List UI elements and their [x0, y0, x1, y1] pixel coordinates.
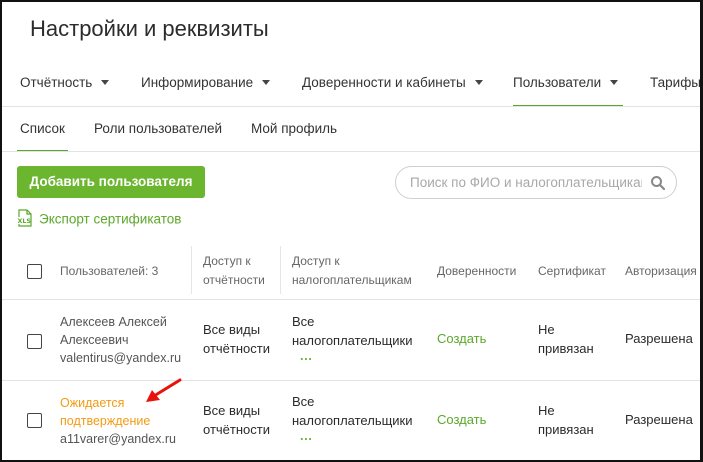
add-user-button[interactable]: Добавить пользователя: [17, 166, 205, 198]
user-name-line: Алексеев Алексей: [60, 315, 167, 329]
red-arrow-icon: [146, 378, 182, 402]
taxpayer-more-button[interactable]: ...: [300, 349, 413, 362]
header-taxpayer-access: Доступ к налогоплательщикам: [292, 252, 412, 290]
cell-line: привязан: [538, 422, 594, 437]
nav-item-label: Отчётность: [20, 75, 93, 90]
table-header: Пользователей: 3 Доступ к отчётности Дос…: [2, 240, 700, 300]
cell-line: отчётности: [203, 422, 270, 437]
chevron-down-icon: [101, 79, 110, 85]
cell-line: Все виды: [203, 403, 261, 418]
sub-nav: Список Роли пользователей Мой профиль: [2, 107, 700, 152]
taxpayer-access-cell: Все налогоплательщики ...: [292, 312, 413, 362]
app-window: Настройки и реквизиты Отчётность Информи…: [0, 0, 703, 462]
header-line: отчётности: [203, 273, 265, 287]
pending-status: подтверждение: [60, 414, 151, 428]
nav-item-users[interactable]: Пользователи: [513, 60, 623, 107]
authorization-status: Разрешена: [625, 412, 693, 427]
subnav-divider: [2, 151, 700, 152]
taxpayer-access-cell: Все налогоплательщики ...: [292, 392, 413, 442]
taxpayer-more-button[interactable]: ...: [300, 429, 413, 442]
chevron-down-icon: [262, 79, 271, 85]
tab-my-profile[interactable]: Мой профиль: [251, 107, 337, 152]
svg-text:XLS: XLS: [18, 218, 32, 225]
nav-item-label: Пользователи: [513, 75, 602, 90]
column-divider: [280, 246, 281, 294]
nav-item-tariffs[interactable]: Тарифы: [650, 60, 702, 107]
cell-line: Все: [292, 394, 315, 409]
nav-item-reporting[interactable]: Отчётность: [20, 60, 110, 107]
tab-user-roles[interactable]: Роли пользователей: [94, 107, 222, 152]
user-name-line: Алексеевич: [60, 333, 129, 347]
header-line: налогоплательщикам: [292, 273, 412, 287]
header-line: Доступ к: [292, 254, 340, 268]
certificate-status: Не привязан: [538, 401, 594, 439]
nav-item-label: Тарифы: [650, 75, 702, 90]
export-certificates-link[interactable]: XLS Экспорт сертификатов: [17, 209, 182, 230]
header-line: Доступ к: [203, 254, 251, 268]
cell-line: отчётности: [203, 341, 270, 356]
user-email: valentirus@yandex.ru: [60, 351, 182, 365]
certificate-status: Не привязан: [538, 320, 594, 358]
header-users-count: Пользователей: 3: [60, 264, 159, 278]
row-checkbox[interactable]: [27, 413, 42, 428]
cell-line: Не: [538, 322, 555, 337]
user-email: a11varer@yandex.ru: [60, 432, 176, 446]
table-row[interactable]: Алексеев Алексей Алексеевич valentirus@y…: [2, 300, 700, 380]
xls-file-icon: XLS: [17, 209, 32, 227]
search-input[interactable]: [410, 167, 642, 198]
nav-item-label: Информирование: [141, 75, 254, 90]
chevron-down-icon: [474, 79, 483, 85]
nav-item-proxies-cabinets[interactable]: Доверенности и кабинеты: [302, 60, 483, 107]
chevron-down-icon: [610, 79, 619, 85]
column-divider: [191, 246, 192, 294]
table-row[interactable]: Ожидается подтверждение a11varer@yandex.…: [2, 381, 700, 460]
report-access-cell: Все виды отчётности: [203, 401, 270, 439]
user-info[interactable]: Алексеев Алексей Алексеевич valentirus@y…: [60, 313, 181, 367]
header-certificate: Сертификат: [538, 264, 606, 278]
search-box: [395, 166, 677, 199]
cell-line: Все: [292, 314, 315, 329]
cell-line: Все виды: [203, 322, 261, 337]
page-title: Настройки и реквизиты: [30, 16, 269, 41]
export-label: Экспорт сертификатов: [39, 211, 182, 227]
cell-line: привязан: [538, 341, 594, 356]
cell-line: Не: [538, 403, 555, 418]
search-icon[interactable]: [650, 175, 666, 191]
header-authorization: Авторизация: [625, 264, 697, 278]
main-nav: Отчётность Информирование Доверенности и…: [2, 60, 702, 107]
header-report-access: Доступ к отчётности: [203, 252, 265, 290]
tab-list[interactable]: Список: [17, 107, 68, 152]
authorization-status: Разрешена: [625, 331, 693, 346]
nav-item-label: Доверенности и кабинеты: [302, 75, 466, 90]
select-all-checkbox[interactable]: [27, 264, 42, 279]
nav-item-notifications[interactable]: Информирование: [141, 60, 271, 107]
header-proxies: Доверенности: [437, 264, 517, 278]
create-proxy-link[interactable]: Создать: [437, 410, 486, 429]
report-access-cell: Все виды отчётности: [203, 320, 270, 358]
row-checkbox[interactable]: [27, 334, 42, 349]
create-proxy-link[interactable]: Создать: [437, 329, 486, 348]
